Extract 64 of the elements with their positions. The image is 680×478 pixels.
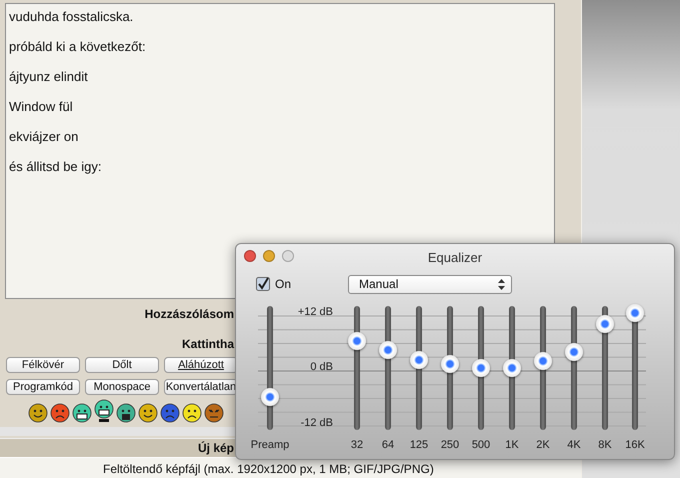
slider-track[interactable] [503, 306, 521, 430]
slider-thumb[interactable] [472, 359, 490, 377]
on-checkbox[interactable]: On [256, 277, 292, 291]
slider-label: 2K [535, 439, 551, 451]
smiley-icon[interactable] [28, 402, 48, 423]
window-control-button[interactable] [263, 250, 275, 262]
upload-hint: Feltöltendő képfájl (max. 1920x1200 px, 1 MB; GIF/JPG/PNG) [103, 462, 434, 476]
text-line: Window fül [9, 99, 73, 115]
format-button[interactable]: Félkövér [6, 356, 80, 373]
slider-track[interactable] [565, 306, 583, 430]
slider-thumb[interactable] [379, 341, 397, 360]
smiley-icon[interactable] [138, 402, 158, 423]
text-line: és állitsd be igy: [9, 159, 102, 175]
slider-label: 125 [408, 439, 430, 451]
smiley-icon[interactable] [116, 402, 136, 423]
slider-track[interactable] [441, 306, 459, 430]
slider-thumb[interactable] [441, 354, 459, 373]
smiley-icon[interactable] [50, 402, 70, 423]
checkbox-icon[interactable] [256, 277, 270, 291]
slider-track[interactable] [472, 306, 490, 430]
format-button[interactable]: Programkód [6, 378, 80, 395]
slider-track[interactable] [410, 306, 428, 430]
slider-thumb[interactable] [565, 342, 583, 360]
slider-track[interactable] [379, 306, 397, 430]
smiley-icon[interactable] [160, 402, 180, 423]
slider-thumb[interactable] [261, 388, 279, 406]
scale-label: +12 dB [296, 306, 333, 318]
text-line: ájtyunz elindit [9, 69, 88, 85]
window-control-button[interactable] [244, 250, 256, 262]
preset-dropdown[interactable]: Manual [348, 274, 512, 294]
slider-thumb[interactable] [503, 359, 521, 377]
scale-label: -12 dB [300, 417, 333, 429]
section-heading: Új kép [196, 441, 234, 456]
format-button[interactable]: Konvertálatlan [164, 378, 238, 395]
text-line: vuduhda fosstalicska. [9, 9, 134, 25]
format-button[interactable]: Dőlt [85, 356, 159, 373]
slider-thumb[interactable] [534, 352, 552, 370]
slider-thumb[interactable] [596, 315, 614, 333]
format-button[interactable]: Aláhúzott [164, 356, 238, 373]
slider-label: 4K [566, 439, 582, 451]
smiley-icon[interactable] [72, 402, 92, 423]
text-line: ekviájzer on [9, 129, 78, 145]
window-title: Equalizer [428, 250, 482, 264]
slider-thumb[interactable] [410, 351, 428, 370]
slider-label: 64 [380, 439, 396, 451]
slider-track[interactable] [348, 306, 366, 430]
slider-thumb[interactable] [626, 304, 644, 322]
format-button[interactable]: Monospace [85, 378, 159, 395]
smiley-icon[interactable] [204, 402, 224, 423]
slider-track[interactable] [534, 306, 552, 430]
scale-label: 0 dB [309, 361, 333, 373]
slider-label: 32 [350, 439, 364, 451]
section-heading: Kattintha [182, 336, 234, 351]
slider-track[interactable] [261, 306, 279, 430]
slider-track[interactable] [596, 306, 614, 430]
text-line: próbáld ki a következőt: [9, 39, 146, 55]
slider-label: 16K [624, 439, 646, 451]
slider-track[interactable] [626, 306, 644, 430]
smiley-icon[interactable] [94, 398, 114, 423]
section-heading: Hozzászólásom [144, 306, 234, 321]
smiley-icon[interactable] [182, 402, 202, 423]
slider-label: Preamp [250, 439, 290, 451]
stepper-icon [498, 278, 506, 290]
slider-thumb[interactable] [348, 332, 366, 350]
